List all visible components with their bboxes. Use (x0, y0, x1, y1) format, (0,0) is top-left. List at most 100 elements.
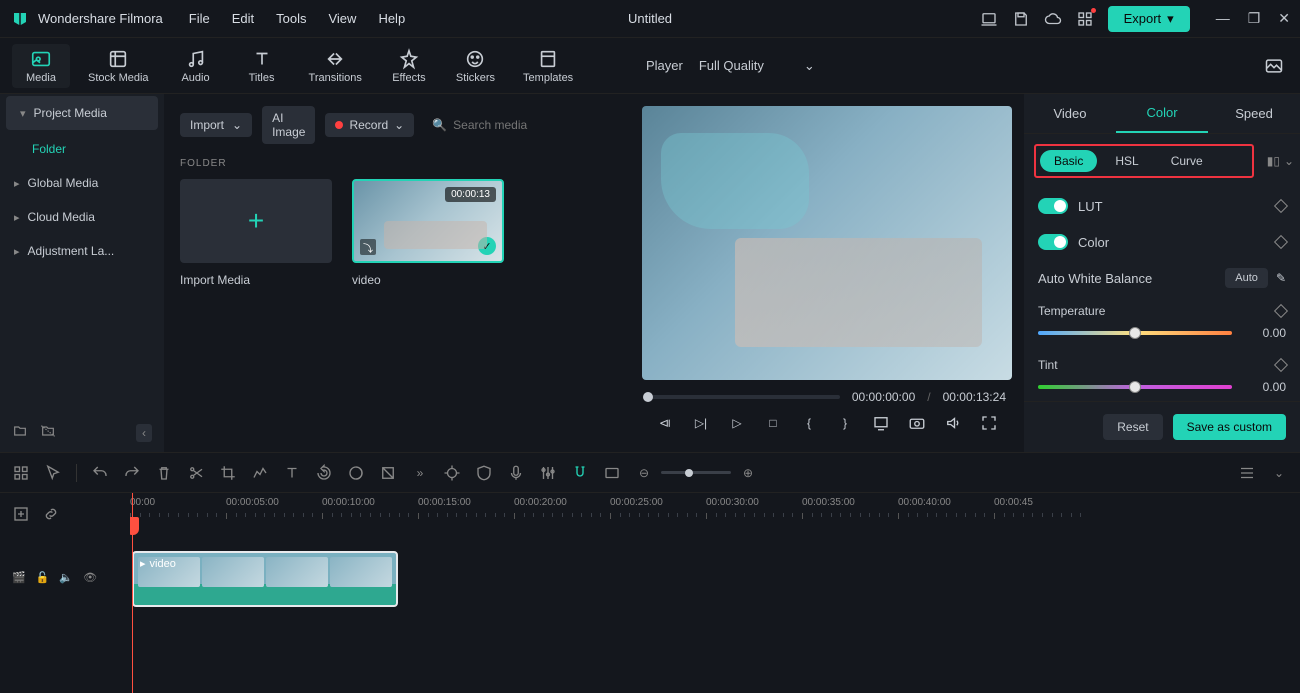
quality-dropdown[interactable]: Full Quality⌄ (699, 58, 815, 74)
tab-titles[interactable]: Titles (233, 44, 291, 88)
color-toggle[interactable] (1038, 234, 1068, 250)
snapshot-icon[interactable] (1264, 56, 1284, 76)
lut-toggle[interactable] (1038, 198, 1068, 214)
more-tools-icon[interactable]: » (411, 464, 429, 482)
new-folder-icon[interactable] (12, 423, 28, 442)
play-icon[interactable]: ▷ (728, 414, 746, 432)
tab-audio[interactable]: Audio (167, 44, 225, 88)
volume-icon[interactable] (944, 414, 962, 432)
speed-ramp-icon[interactable] (251, 464, 269, 482)
menu-view[interactable]: View (328, 11, 356, 26)
menu-tools[interactable]: Tools (276, 11, 306, 26)
sidebar-adjustment-layer[interactable]: ▸Adjustment La... (0, 234, 164, 268)
sidebar-global-media[interactable]: ▸Global Media (0, 166, 164, 200)
timeline-ruler[interactable]: 00:0000:00:05:0000:00:10:0000:00:15:0000… (130, 493, 1300, 529)
tint-value[interactable]: 0.00 (1242, 380, 1286, 394)
menu-file[interactable]: File (189, 11, 210, 26)
zoom-in-icon[interactable]: ⊕ (739, 464, 757, 482)
step-back-icon[interactable]: ▷| (692, 414, 710, 432)
delete-icon[interactable] (155, 464, 173, 482)
zoom-slider[interactable] (661, 471, 731, 474)
keyframe-icon[interactable] (1274, 304, 1288, 318)
prop-tab-video[interactable]: Video (1024, 94, 1116, 133)
text-icon[interactable] (283, 464, 301, 482)
compare-icon[interactable]: ▮▯ (1267, 154, 1280, 168)
menu-edit[interactable]: Edit (232, 11, 254, 26)
minimize-button[interactable]: — (1216, 10, 1230, 27)
timeline-tracks[interactable]: 00:0000:00:05:0000:00:10:0000:00:15:0000… (130, 493, 1300, 693)
snapshot-tl-icon[interactable] (603, 464, 621, 482)
ai-image-button[interactable]: AI Image (262, 106, 315, 144)
prop-tab-color[interactable]: Color (1116, 94, 1208, 133)
visibility-icon[interactable]: 👁 (83, 571, 97, 584)
add-to-timeline-icon[interactable]: ⤵ (360, 239, 376, 255)
cursor-icon[interactable] (44, 464, 62, 482)
cut-icon[interactable] (187, 464, 205, 482)
mark-in-icon[interactable]: { (800, 414, 818, 432)
temperature-value[interactable]: 0.00 (1242, 326, 1286, 340)
timeline-clip[interactable]: ▸video (132, 551, 398, 607)
preview-viewport[interactable] (642, 106, 1012, 380)
sidebar-project-media[interactable]: ▾Project Media (6, 96, 158, 130)
mask-icon[interactable] (379, 464, 397, 482)
collapse-sidebar-icon[interactable]: ‹ (136, 424, 152, 442)
mute-icon[interactable]: 🔈 (59, 571, 73, 584)
subtab-basic[interactable]: Basic (1040, 150, 1097, 172)
rotate-icon[interactable] (315, 464, 333, 482)
sidebar-cloud-media[interactable]: ▸Cloud Media (0, 200, 164, 234)
save-custom-button[interactable]: Save as custom (1173, 414, 1286, 440)
import-dropdown[interactable]: Import⌄ (180, 113, 252, 137)
menu-help[interactable]: Help (378, 11, 405, 26)
zoom-out-icon[interactable]: ⊖ (635, 464, 653, 482)
apps-icon[interactable] (1076, 10, 1094, 28)
eyedropper-icon[interactable]: ✎ (1276, 271, 1286, 285)
redo-icon[interactable] (123, 464, 141, 482)
tint-slider[interactable] (1038, 385, 1232, 389)
magnet-icon[interactable] (571, 464, 589, 482)
maximize-button[interactable]: ❐ (1248, 10, 1261, 27)
mic-icon[interactable] (507, 464, 525, 482)
mark-out-icon[interactable]: } (836, 414, 854, 432)
grid-icon[interactable] (12, 464, 30, 482)
crop-icon[interactable] (219, 464, 237, 482)
shield-icon[interactable] (475, 464, 493, 482)
delete-folder-icon[interactable] (40, 423, 56, 442)
reset-button[interactable]: Reset (1103, 414, 1162, 440)
tab-transitions[interactable]: Transitions (299, 44, 372, 88)
keyframe-icon[interactable] (1274, 199, 1288, 213)
subtab-hsl[interactable]: HSL (1101, 150, 1152, 172)
track-view-icon[interactable] (1238, 464, 1256, 482)
sidebar-folder[interactable]: Folder (0, 132, 164, 166)
tab-templates[interactable]: Templates (513, 44, 583, 88)
link-icon[interactable] (42, 505, 60, 523)
fullscreen-icon[interactable] (980, 414, 998, 432)
temperature-slider[interactable] (1038, 331, 1232, 335)
tab-stickers[interactable]: Stickers (446, 44, 505, 88)
save-icon[interactable] (1012, 10, 1030, 28)
import-media-tile[interactable]: + Import Media (180, 179, 332, 287)
chevron-down-icon[interactable]: ⌄ (1270, 464, 1288, 482)
tab-effects[interactable]: Effects (380, 44, 438, 88)
undo-icon[interactable] (91, 464, 109, 482)
cloud-icon[interactable] (1044, 10, 1062, 28)
tab-stock-media[interactable]: Stock Media (78, 44, 159, 88)
add-track-icon[interactable] (12, 505, 30, 523)
subtab-curve[interactable]: Curve (1157, 150, 1217, 172)
keyframe-icon[interactable] (1274, 358, 1288, 372)
display-icon[interactable] (872, 414, 890, 432)
color-icon[interactable] (347, 464, 365, 482)
record-dropdown[interactable]: Record⌄ (325, 113, 414, 137)
close-button[interactable]: ✕ (1278, 10, 1290, 27)
device-icon[interactable] (980, 10, 998, 28)
playhead[interactable] (132, 493, 133, 693)
chevron-down-icon[interactable]: ⌄ (1284, 154, 1294, 168)
export-button[interactable]: Export▾ (1108, 6, 1190, 32)
lock-icon[interactable]: 🔓 (36, 571, 50, 584)
auto-button[interactable]: Auto (1225, 268, 1268, 288)
search-input[interactable]: 🔍 (424, 113, 616, 137)
media-clip-tile[interactable]: 00:00:13 ⤵ ✓ video (352, 179, 504, 287)
prev-frame-icon[interactable]: ⧏ (656, 414, 674, 432)
mixer-icon[interactable] (539, 464, 557, 482)
preview-slider[interactable] (648, 395, 840, 399)
marker-icon[interactable] (443, 464, 461, 482)
